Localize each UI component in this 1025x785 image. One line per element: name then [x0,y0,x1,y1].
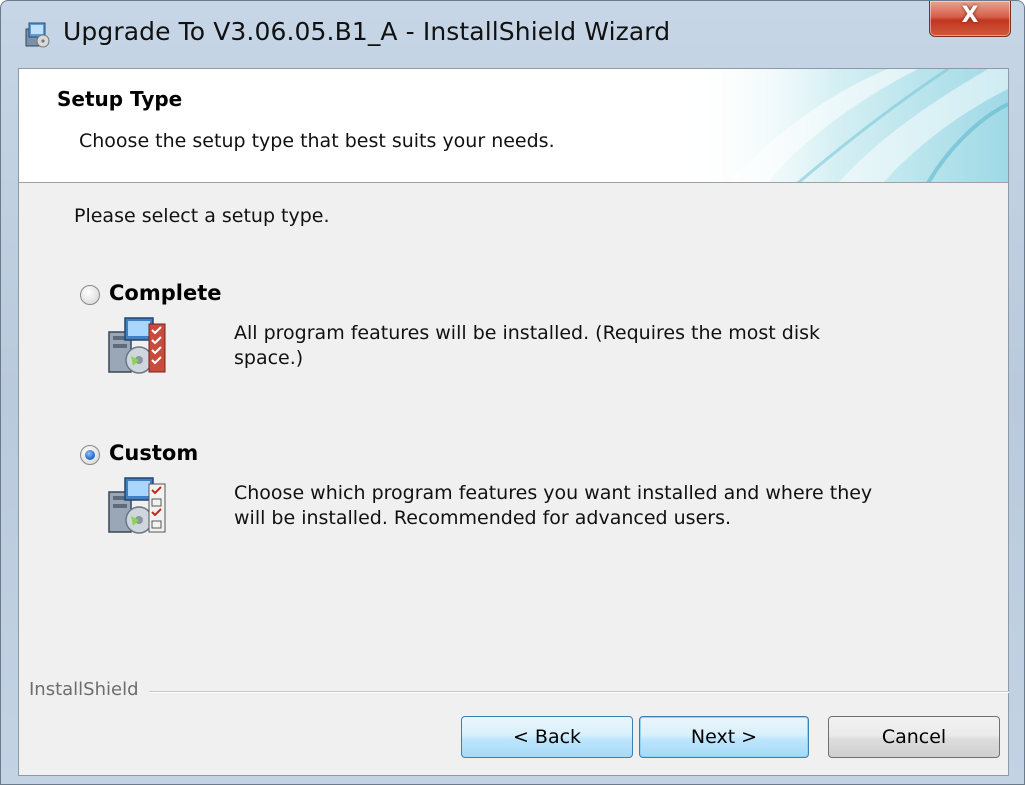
complete-label[interactable]: Complete [109,281,221,305]
page-title: Setup Type [57,87,183,111]
wizard-client-area: Setup Type Choose the setup type that be… [18,68,1009,776]
radio-selected-dot [85,450,95,460]
custom-setup-icon [108,477,166,534]
page-subtitle: Choose the setup type that best suits yo… [79,130,555,152]
close-button[interactable]: X [929,1,1011,37]
complete-radio[interactable] [80,285,100,305]
close-icon: X [961,3,979,28]
complete-description: All program features will be installed. … [234,322,821,369]
cancel-button[interactable]: Cancel [828,716,1000,758]
title-bar[interactable]: Upgrade To V3.06.05.B1_A - InstallShield… [1,1,1024,69]
back-button[interactable]: < Back [461,716,633,758]
installshield-brand: InstallShield [29,679,149,700]
header-decoration-graphic [688,69,1008,182]
custom-description: Choose which program features you want i… [234,482,873,529]
complete-setup-icon [108,317,166,374]
setup-type-prompt: Please select a setup type. [74,205,330,227]
custom-label[interactable]: Custom [109,441,198,465]
next-button[interactable]: Next > [639,716,809,758]
wizard-header: Setup Type Choose the setup type that be… [19,69,1008,183]
custom-radio[interactable] [80,445,100,465]
installer-app-icon [25,22,50,48]
window-title: Upgrade To V3.06.05.B1_A - InstallShield… [63,17,671,46]
footer-divider-highlight [29,692,1009,693]
installer-window: Upgrade To V3.06.05.B1_A - InstallShield… [0,0,1025,785]
